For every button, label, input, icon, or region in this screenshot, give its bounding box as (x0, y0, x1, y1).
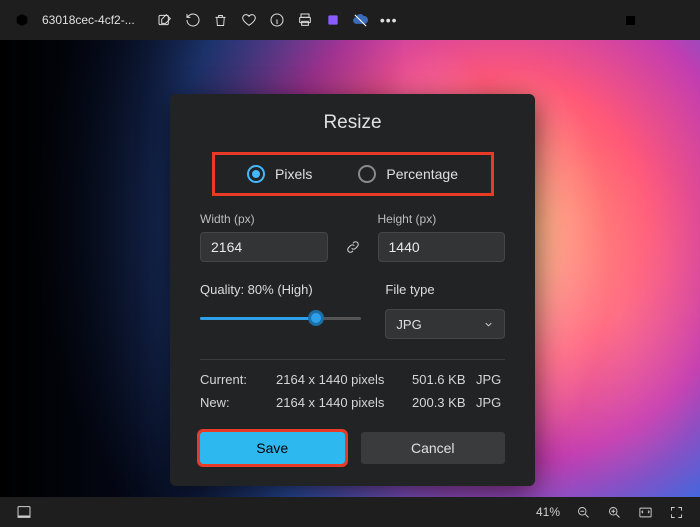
zoom-out-icon[interactable] (568, 505, 599, 520)
slider-thumb-icon[interactable] (308, 310, 324, 326)
statusbar: 41% (0, 497, 700, 527)
stat-current-dims: 2164 x 1440 pixels (276, 372, 412, 387)
app-icon (12, 10, 32, 30)
resize-dialog: Resize Pixels Percentage Width (px) Heig… (170, 94, 535, 486)
more-icon[interactable]: ••• (375, 1, 403, 39)
close-button[interactable] (653, 0, 698, 40)
filetype-label: File type (385, 282, 505, 297)
stats-grid: Current: 2164 x 1440 pixels 501.6 KB JPG… (200, 372, 505, 410)
link-aspect-icon[interactable] (338, 232, 368, 262)
radio-unselected-icon (358, 165, 376, 183)
radio-percentage[interactable]: Percentage (358, 165, 458, 183)
radio-selected-icon (247, 165, 265, 183)
stat-new-label: New: (200, 395, 276, 410)
stat-new-dims: 2164 x 1440 pixels (276, 395, 412, 410)
width-label: Width (px) (200, 212, 328, 226)
zoom-in-icon[interactable] (599, 505, 630, 520)
width-input[interactable] (200, 232, 328, 262)
quality-slider[interactable] (200, 309, 361, 327)
fullscreen-icon[interactable] (661, 505, 692, 520)
radio-pixels[interactable]: Pixels (247, 165, 312, 183)
info-icon[interactable] (263, 1, 291, 39)
zoom-value: 41% (528, 505, 568, 519)
save-button[interactable]: Save (200, 432, 345, 464)
height-input[interactable] (378, 232, 506, 262)
delete-icon[interactable] (207, 1, 235, 39)
stat-current-fmt: JPG (476, 372, 506, 387)
gallery-icon[interactable] (8, 504, 40, 520)
cloud-off-icon[interactable] (347, 1, 375, 39)
dimensions-row: Width (px) Height (px) (200, 212, 505, 262)
color-tool-icon[interactable] (319, 1, 347, 39)
chevron-down-icon (483, 319, 494, 330)
height-label: Height (px) (378, 212, 506, 226)
radio-pixels-label: Pixels (275, 166, 312, 182)
dialog-title: Resize (200, 112, 505, 134)
cancel-button[interactable]: Cancel (361, 432, 506, 464)
favorite-icon[interactable] (235, 1, 263, 39)
fit-screen-icon[interactable] (630, 505, 661, 520)
radio-percentage-label: Percentage (386, 166, 458, 182)
stat-current-label: Current: (200, 372, 276, 387)
divider (200, 359, 505, 360)
filetype-value: JPG (396, 317, 421, 332)
edit-icon[interactable] (151, 1, 179, 39)
stat-new-fmt: JPG (476, 395, 506, 410)
image-canvas: Resize Pixels Percentage Width (px) Heig… (0, 40, 700, 497)
titlebar: 63018cec-4cf2-... ••• (0, 0, 700, 40)
rotate-icon[interactable] (179, 1, 207, 39)
maximize-button[interactable] (608, 0, 653, 40)
file-name: 63018cec-4cf2-... (42, 13, 135, 27)
unit-radio-group: Pixels Percentage (212, 152, 494, 196)
stat-current-size: 501.6 KB (412, 372, 476, 387)
filetype-select[interactable]: JPG (385, 309, 505, 339)
minimize-button[interactable] (563, 0, 608, 40)
stat-new-size: 200.3 KB (412, 395, 476, 410)
print-icon[interactable] (291, 1, 319, 39)
quality-label: Quality: 80% (High) (200, 282, 361, 297)
